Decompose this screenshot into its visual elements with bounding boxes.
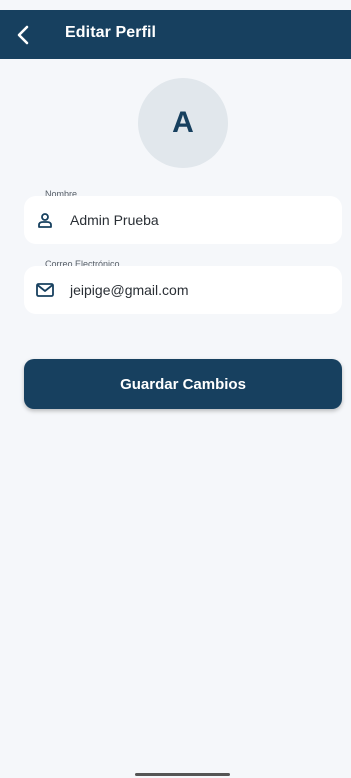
page-title: Editar Perfil: [65, 24, 157, 41]
person-icon: [36, 211, 54, 229]
avatar: A: [138, 78, 228, 168]
app-bar: Editar Perfil: [0, 10, 351, 59]
save-changes-button[interactable]: Guardar Cambios: [24, 359, 342, 409]
email-field-value: jeipige@gmail.com: [70, 282, 189, 298]
status-bar: [0, 0, 351, 10]
mail-icon: [36, 281, 54, 299]
home-indicator: [135, 773, 230, 776]
name-field[interactable]: Admin Prueba: [24, 196, 342, 244]
email-field[interactable]: jeipige@gmail.com: [24, 266, 342, 314]
save-changes-label: Guardar Cambios: [120, 375, 246, 393]
avatar-initial: A: [172, 106, 194, 139]
chevron-left-icon: [17, 25, 29, 45]
back-button[interactable]: [10, 22, 36, 48]
name-field-value: Admin Prueba: [70, 212, 159, 228]
